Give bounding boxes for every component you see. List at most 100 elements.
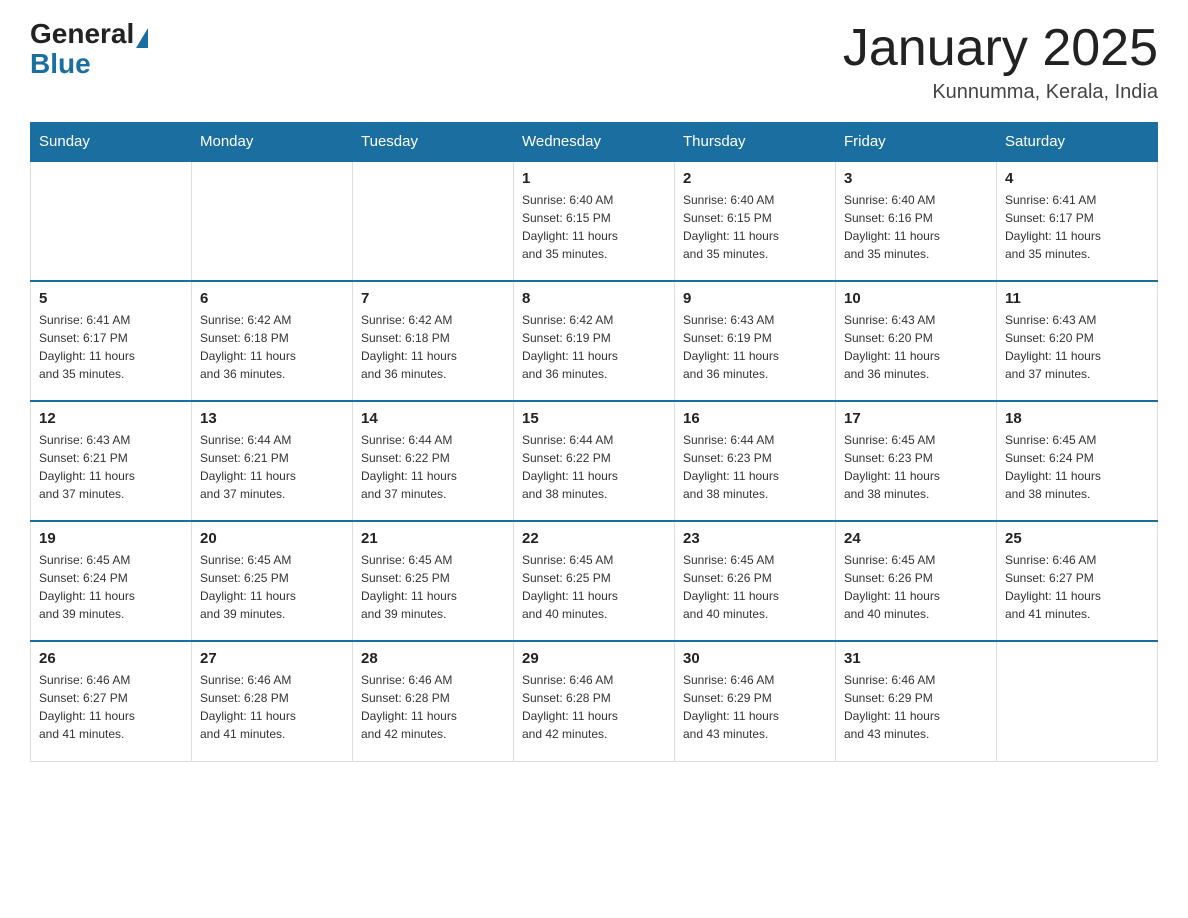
day-number: 20 bbox=[200, 530, 344, 547]
calendar-cell: 15Sunrise: 6:44 AM Sunset: 6:22 PM Dayli… bbox=[514, 401, 675, 521]
calendar-cell: 6Sunrise: 6:42 AM Sunset: 6:18 PM Daylig… bbox=[192, 281, 353, 401]
day-number: 11 bbox=[1005, 290, 1149, 307]
day-info: Sunrise: 6:45 AM Sunset: 6:25 PM Dayligh… bbox=[522, 551, 666, 623]
day-info: Sunrise: 6:46 AM Sunset: 6:28 PM Dayligh… bbox=[200, 671, 344, 743]
calendar-cell: 26Sunrise: 6:46 AM Sunset: 6:27 PM Dayli… bbox=[31, 641, 192, 761]
calendar-cell: 13 Sunrise: 6:44 AM Sunset: 6:21 PM Dayli… bbox=[192, 401, 353, 521]
day-number: 25 bbox=[1005, 530, 1149, 547]
day-number: 27 bbox=[200, 650, 344, 667]
calendar-week-row: 19Sunrise: 6:45 AM Sunset: 6:24 PM Dayli… bbox=[31, 521, 1158, 641]
day-number: 5 bbox=[39, 290, 183, 307]
calendar-cell: 7Sunrise: 6:42 AM Sunset: 6:18 PM Daylig… bbox=[353, 281, 514, 401]
day-number: 18 bbox=[1005, 410, 1149, 427]
day-number: 1 bbox=[522, 170, 666, 187]
day-number: 9 bbox=[683, 290, 827, 307]
day-number: 31 bbox=[844, 650, 988, 667]
day-info: Sunrise: 6:41 AM Sunset: 6:17 PM Dayligh… bbox=[39, 311, 183, 383]
day-info: Sunrise: 6:45 AM Sunset: 6:26 PM Dayligh… bbox=[844, 551, 988, 623]
calendar-cell: 16Sunrise: 6:44 AM Sunset: 6:23 PM Dayli… bbox=[675, 401, 836, 521]
day-info: Sunrise: 6:40 AM Sunset: 6:16 PM Dayligh… bbox=[844, 191, 988, 263]
day-number: 30 bbox=[683, 650, 827, 667]
calendar-cell: 30 Sunrise: 6:46 AM Sunset: 6:29 PM Dayli… bbox=[675, 641, 836, 761]
day-info: Sunrise: 6:45 AM Sunset: 6:25 PM Dayligh… bbox=[361, 551, 505, 623]
day-number: 23 bbox=[683, 530, 827, 547]
day-info: Sunrise: 6:45 AM Sunset: 6:23 PM Dayligh… bbox=[844, 431, 988, 503]
day-header-monday: Monday bbox=[192, 123, 353, 162]
day-number: 3 bbox=[844, 170, 988, 187]
calendar-cell: 17 Sunrise: 6:45 AM Sunset: 6:23 PM Dayli… bbox=[836, 401, 997, 521]
calendar-header-row: SundayMondayTuesdayWednesdayThursdayFrid… bbox=[31, 123, 1158, 162]
calendar-cell: 8Sunrise: 6:42 AM Sunset: 6:19 PM Daylig… bbox=[514, 281, 675, 401]
day-info: Sunrise: 6:46 AM Sunset: 6:29 PM Dayligh… bbox=[683, 671, 827, 743]
day-info: Sunrise: 6:46 AM Sunset: 6:27 PM Dayligh… bbox=[1005, 551, 1149, 623]
day-number: 10 bbox=[844, 290, 988, 307]
day-header-saturday: Saturday bbox=[997, 123, 1158, 162]
calendar-week-row: 26Sunrise: 6:46 AM Sunset: 6:27 PM Dayli… bbox=[31, 641, 1158, 761]
calendar-cell: 28 Sunrise: 6:46 AM Sunset: 6:28 PM Dayli… bbox=[353, 641, 514, 761]
calendar-cell: 1 Sunrise: 6:40 AM Sunset: 6:15 PM Daylig… bbox=[514, 161, 675, 281]
day-info: Sunrise: 6:44 AM Sunset: 6:23 PM Dayligh… bbox=[683, 431, 827, 503]
day-header-friday: Friday bbox=[836, 123, 997, 162]
calendar-cell: 11 Sunrise: 6:43 AM Sunset: 6:20 PM Dayli… bbox=[997, 281, 1158, 401]
calendar-week-row: 5 Sunrise: 6:41 AM Sunset: 6:17 PM Daylig… bbox=[31, 281, 1158, 401]
day-number: 24 bbox=[844, 530, 988, 547]
day-info: Sunrise: 6:43 AM Sunset: 6:20 PM Dayligh… bbox=[844, 311, 988, 383]
logo: General Blue bbox=[30, 20, 150, 80]
calendar-cell: 12Sunrise: 6:43 AM Sunset: 6:21 PM Dayli… bbox=[31, 401, 192, 521]
calendar-cell bbox=[997, 641, 1158, 761]
day-info: Sunrise: 6:46 AM Sunset: 6:27 PM Dayligh… bbox=[39, 671, 183, 743]
calendar-cell: 22Sunrise: 6:45 AM Sunset: 6:25 PM Dayli… bbox=[514, 521, 675, 641]
calendar-cell: 2Sunrise: 6:40 AM Sunset: 6:15 PM Daylig… bbox=[675, 161, 836, 281]
day-number: 14 bbox=[361, 410, 505, 427]
day-info: Sunrise: 6:44 AM Sunset: 6:21 PM Dayligh… bbox=[200, 431, 344, 503]
day-number: 12 bbox=[39, 410, 183, 427]
calendar-week-row: 12Sunrise: 6:43 AM Sunset: 6:21 PM Dayli… bbox=[31, 401, 1158, 521]
calendar-cell: 25 Sunrise: 6:46 AM Sunset: 6:27 PM Dayli… bbox=[997, 521, 1158, 641]
calendar-cell bbox=[192, 161, 353, 281]
day-number: 17 bbox=[844, 410, 988, 427]
day-header-tuesday: Tuesday bbox=[353, 123, 514, 162]
day-info: Sunrise: 6:44 AM Sunset: 6:22 PM Dayligh… bbox=[522, 431, 666, 503]
calendar-cell: 5 Sunrise: 6:41 AM Sunset: 6:17 PM Daylig… bbox=[31, 281, 192, 401]
calendar-week-row: 1 Sunrise: 6:40 AM Sunset: 6:15 PM Daylig… bbox=[31, 161, 1158, 281]
calendar-cell: 31 Sunrise: 6:46 AM Sunset: 6:29 PM Dayli… bbox=[836, 641, 997, 761]
day-info: Sunrise: 6:45 AM Sunset: 6:24 PM Dayligh… bbox=[1005, 431, 1149, 503]
calendar-cell: 19Sunrise: 6:45 AM Sunset: 6:24 PM Dayli… bbox=[31, 521, 192, 641]
day-header-sunday: Sunday bbox=[31, 123, 192, 162]
day-number: 28 bbox=[361, 650, 505, 667]
calendar-table: SundayMondayTuesdayWednesdayThursdayFrid… bbox=[30, 122, 1158, 762]
calendar-cell: 21Sunrise: 6:45 AM Sunset: 6:25 PM Dayli… bbox=[353, 521, 514, 641]
logo-triangle-icon bbox=[136, 28, 148, 48]
calendar-cell: 20 Sunrise: 6:45 AM Sunset: 6:25 PM Dayli… bbox=[192, 521, 353, 641]
day-number: 13 bbox=[200, 410, 344, 427]
calendar-cell: 9 Sunrise: 6:43 AM Sunset: 6:19 PM Daylig… bbox=[675, 281, 836, 401]
calendar-cell: 23 Sunrise: 6:45 AM Sunset: 6:26 PM Dayli… bbox=[675, 521, 836, 641]
day-info: Sunrise: 6:44 AM Sunset: 6:22 PM Dayligh… bbox=[361, 431, 505, 503]
page-title: January 2025 bbox=[843, 20, 1158, 77]
day-info: Sunrise: 6:45 AM Sunset: 6:26 PM Dayligh… bbox=[683, 551, 827, 623]
day-info: Sunrise: 6:42 AM Sunset: 6:18 PM Dayligh… bbox=[361, 311, 505, 383]
day-info: Sunrise: 6:46 AM Sunset: 6:28 PM Dayligh… bbox=[522, 671, 666, 743]
day-number: 19 bbox=[39, 530, 183, 547]
day-info: Sunrise: 6:40 AM Sunset: 6:15 PM Dayligh… bbox=[522, 191, 666, 263]
calendar-cell: 3 Sunrise: 6:40 AM Sunset: 6:16 PM Daylig… bbox=[836, 161, 997, 281]
calendar-cell: 29Sunrise: 6:46 AM Sunset: 6:28 PM Dayli… bbox=[514, 641, 675, 761]
day-info: Sunrise: 6:45 AM Sunset: 6:25 PM Dayligh… bbox=[200, 551, 344, 623]
header: General Blue January 2025 Kunnumma, Kera… bbox=[30, 20, 1158, 104]
calendar-cell: 24 Sunrise: 6:45 AM Sunset: 6:26 PM Dayli… bbox=[836, 521, 997, 641]
logo-blue-text: Blue bbox=[30, 48, 91, 80]
day-info: Sunrise: 6:40 AM Sunset: 6:15 PM Dayligh… bbox=[683, 191, 827, 263]
page-subtitle: Kunnumma, Kerala, India bbox=[843, 81, 1158, 104]
calendar-cell: 14 Sunrise: 6:44 AM Sunset: 6:22 PM Dayli… bbox=[353, 401, 514, 521]
day-header-thursday: Thursday bbox=[675, 123, 836, 162]
day-info: Sunrise: 6:43 AM Sunset: 6:20 PM Dayligh… bbox=[1005, 311, 1149, 383]
calendar-cell: 10 Sunrise: 6:43 AM Sunset: 6:20 PM Dayli… bbox=[836, 281, 997, 401]
calendar-cell: 18 Sunrise: 6:45 AM Sunset: 6:24 PM Dayli… bbox=[997, 401, 1158, 521]
day-number: 6 bbox=[200, 290, 344, 307]
calendar-cell bbox=[353, 161, 514, 281]
day-info: Sunrise: 6:46 AM Sunset: 6:28 PM Dayligh… bbox=[361, 671, 505, 743]
day-number: 8 bbox=[522, 290, 666, 307]
day-info: Sunrise: 6:46 AM Sunset: 6:29 PM Dayligh… bbox=[844, 671, 988, 743]
day-info: Sunrise: 6:43 AM Sunset: 6:19 PM Dayligh… bbox=[683, 311, 827, 383]
day-number: 4 bbox=[1005, 170, 1149, 187]
